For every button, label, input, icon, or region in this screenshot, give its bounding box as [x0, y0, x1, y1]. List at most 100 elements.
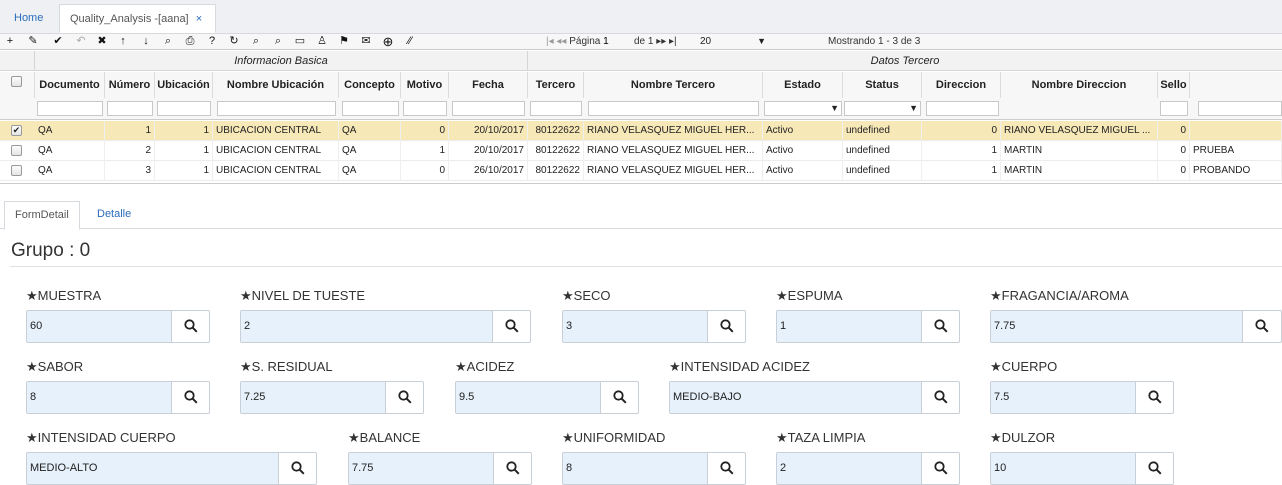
seco-search-button[interactable] — [708, 311, 745, 342]
delete-icon[interactable]: ✖ — [93, 34, 111, 49]
header-nombre-tercero[interactable]: Nombre Tercero — [584, 72, 763, 98]
row-checkbox[interactable] — [11, 145, 22, 156]
header-concepto[interactable]: Concepto — [339, 72, 401, 98]
header-motivo[interactable]: Motivo — [401, 72, 449, 98]
first-page-icon[interactable]: |◂ — [546, 36, 554, 47]
check-icon[interactable]: ✔ — [49, 34, 67, 49]
mail-icon[interactable]: ✉ — [357, 34, 375, 49]
header-nombre-ubicacion[interactable]: Nombre Ubicación — [213, 72, 339, 98]
filter-motivo[interactable] — [403, 101, 447, 116]
filter-concepto[interactable] — [342, 101, 399, 116]
s-residual-input[interactable]: 7.25 — [241, 382, 386, 413]
undo-icon[interactable]: ↶ — [72, 34, 90, 49]
filter-tercero[interactable] — [530, 101, 582, 116]
edit-icon[interactable]: ✎ — [24, 34, 42, 49]
zoom-detail-icon[interactable]: ⌕ — [269, 34, 287, 49]
acidez-input[interactable]: 9.5 — [456, 382, 601, 413]
header-estado[interactable]: Estado — [763, 72, 843, 98]
filter-status-select[interactable]: ▼ — [844, 101, 921, 116]
s-residual-label: ★S. RESIDUAL — [240, 359, 333, 374]
filter-numero[interactable] — [107, 101, 153, 116]
intensidad-acidez-input[interactable]: MEDIO-BAJO — [670, 382, 922, 413]
muestra-input[interactable]: 60 — [27, 311, 172, 342]
header-numero[interactable]: Número — [105, 72, 155, 98]
dulzor-input[interactable]: 10 — [991, 453, 1136, 484]
pin-icon[interactable]: ⚑ — [335, 34, 353, 49]
help-icon[interactable]: ? — [203, 34, 221, 49]
rows-per-page-select[interactable]: 20 ▼ — [700, 35, 768, 48]
fragancia-input[interactable]: 7.75 — [991, 311, 1243, 342]
row-checkbox[interactable]: ✔ — [11, 125, 22, 136]
header-sello[interactable]: Sello — [1158, 72, 1190, 98]
filter-nombre-tercero[interactable] — [588, 101, 759, 116]
filter-extra[interactable] — [1198, 101, 1282, 116]
cuerpo-input[interactable]: 7.5 — [991, 382, 1136, 413]
close-icon[interactable]: × — [196, 13, 202, 25]
taza-limpia-search-button[interactable] — [922, 453, 959, 484]
header-status[interactable]: Status — [843, 72, 922, 98]
balance-input[interactable]: 7.75 — [349, 453, 494, 484]
row-checkbox[interactable] — [11, 165, 22, 176]
filter-sello[interactable] — [1160, 101, 1188, 116]
header-fecha[interactable]: Fecha — [449, 72, 528, 98]
add-icon[interactable]: + — [1, 34, 19, 49]
intensidad-acidez-search-button[interactable] — [922, 382, 959, 413]
dulzor-search-button[interactable] — [1136, 453, 1173, 484]
page-input[interactable] — [603, 35, 632, 48]
uniformidad-search-button[interactable] — [708, 453, 745, 484]
tab-formdetail[interactable]: FormDetail — [4, 201, 80, 230]
arrow-down-icon[interactable]: ↓ — [137, 34, 155, 49]
prev-page-icon[interactable]: ◂◂ — [556, 36, 566, 47]
uniformidad-input[interactable]: 8 — [563, 453, 708, 484]
espuma-input[interactable]: 1 — [777, 311, 922, 342]
tab-home[interactable]: Home — [4, 4, 53, 33]
nivel-tueste-search-button[interactable] — [493, 311, 530, 342]
tab-detalle[interactable]: Detalle — [87, 201, 141, 230]
acidez-search-button[interactable] — [601, 382, 638, 413]
filter-estado-select[interactable]: ▼ — [764, 101, 842, 116]
nivel-tueste-input[interactable]: 2 — [241, 311, 493, 342]
filter-row: ▼ ▼ — [0, 98, 1282, 120]
filter-nombre-ubicacion[interactable] — [217, 101, 336, 116]
muestra-search-button[interactable] — [172, 311, 209, 342]
tab-quality-analysis[interactable]: Quality_Analysis -[aana] × — [59, 4, 216, 33]
header-tercero[interactable]: Tercero — [528, 72, 584, 98]
filter-ubicacion[interactable] — [157, 101, 211, 116]
table-row[interactable]: QA 2 1 UBICACION CENTRAL QA 1 20/10/2017… — [0, 141, 1282, 161]
taza-limpia-input[interactable]: 2 — [777, 453, 922, 484]
zoom-icon[interactable]: ⌕ — [247, 34, 265, 49]
header-nombre-direccion[interactable]: Nombre Direccion — [1001, 72, 1158, 98]
table-row[interactable]: QA 3 1 UBICACION CENTRAL QA 0 26/10/2017… — [0, 161, 1282, 181]
fragancia-search-button[interactable] — [1243, 311, 1281, 342]
search-icon[interactable]: ⌕ — [159, 34, 177, 49]
showing-count: Mostrando 1 - 3 de 3 — [828, 36, 921, 47]
refresh-icon[interactable]: ↻ — [225, 34, 243, 49]
intensidad-cuerpo-input[interactable]: MEDIO-ALTO — [27, 453, 279, 484]
filter-direccion[interactable] — [926, 101, 999, 116]
filter-fecha[interactable] — [452, 101, 525, 116]
table-row[interactable]: ✔ QA 1 1 UBICACION CENTRAL QA 0 20/10/20… — [0, 121, 1282, 141]
select-all-cell — [0, 72, 35, 98]
user-icon[interactable]: ♙ — [313, 34, 331, 49]
header-ubicacion[interactable]: Ubicación — [155, 72, 213, 98]
intensidad-cuerpo-search-button[interactable] — [279, 453, 316, 484]
balance-search-button[interactable] — [494, 453, 531, 484]
sabor-search-button[interactable] — [172, 382, 209, 413]
resize-icon[interactable]: ⁄⁄ — [401, 34, 419, 49]
print-icon[interactable]: ⎙ — [181, 34, 199, 49]
seco-input[interactable]: 3 — [563, 311, 708, 342]
select-all-checkbox[interactable] — [11, 76, 22, 87]
comment-icon[interactable]: ▭ — [291, 34, 309, 49]
header-documento[interactable]: Documento — [35, 72, 105, 98]
s-residual-search-button[interactable] — [386, 382, 423, 413]
arrow-up-icon[interactable]: ↑ — [114, 34, 132, 49]
last-page-icon[interactable]: ▸| — [669, 36, 677, 47]
add-circle-icon[interactable]: ⊕ — [379, 34, 397, 49]
filter-documento[interactable] — [37, 101, 103, 116]
cuerpo-search-button[interactable] — [1136, 382, 1173, 413]
sabor-input[interactable]: 8 — [27, 382, 172, 413]
cell-fecha: 26/10/2017 — [449, 161, 528, 181]
next-page-icon[interactable]: ▸▸ — [656, 36, 666, 47]
espuma-search-button[interactable] — [922, 311, 959, 342]
header-direccion[interactable]: Direccion — [922, 72, 1001, 98]
